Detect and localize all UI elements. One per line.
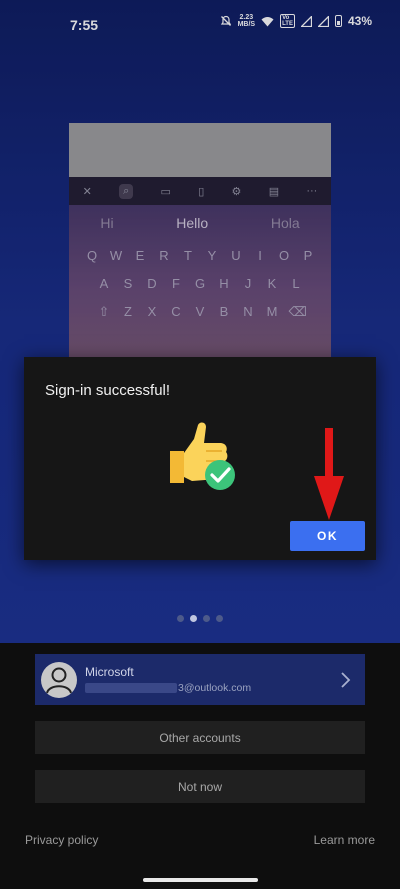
page-dot (177, 615, 184, 622)
account-email: 3@outlook.com (85, 682, 335, 694)
person-icon (46, 667, 72, 693)
page-indicator (177, 615, 223, 622)
privacy-policy-link[interactable]: Privacy policy (25, 833, 98, 847)
redacted-email-mask (85, 683, 177, 693)
page-dot (216, 615, 223, 622)
thumbs-up-check-icon (170, 422, 235, 490)
account-card[interactable]: Microsoft 3@outlook.com (35, 654, 365, 705)
annotation-arrow-icon (314, 428, 344, 520)
account-email-suffix: 3@outlook.com (178, 682, 252, 694)
other-accounts-button[interactable]: Other accounts (35, 721, 365, 754)
learn-more-link[interactable]: Learn more (314, 833, 375, 847)
dialog-title: Sign-in successful! (45, 382, 171, 399)
avatar (41, 661, 77, 698)
chevron-right-icon (341, 671, 351, 688)
account-text: Microsoft 3@outlook.com (85, 665, 335, 694)
account-name: Microsoft (85, 665, 134, 679)
page-dot (203, 615, 210, 622)
home-indicator[interactable] (143, 878, 258, 882)
ok-button[interactable]: OK (290, 521, 365, 551)
not-now-button[interactable]: Not now (35, 770, 365, 803)
page-dot-active (190, 615, 197, 622)
